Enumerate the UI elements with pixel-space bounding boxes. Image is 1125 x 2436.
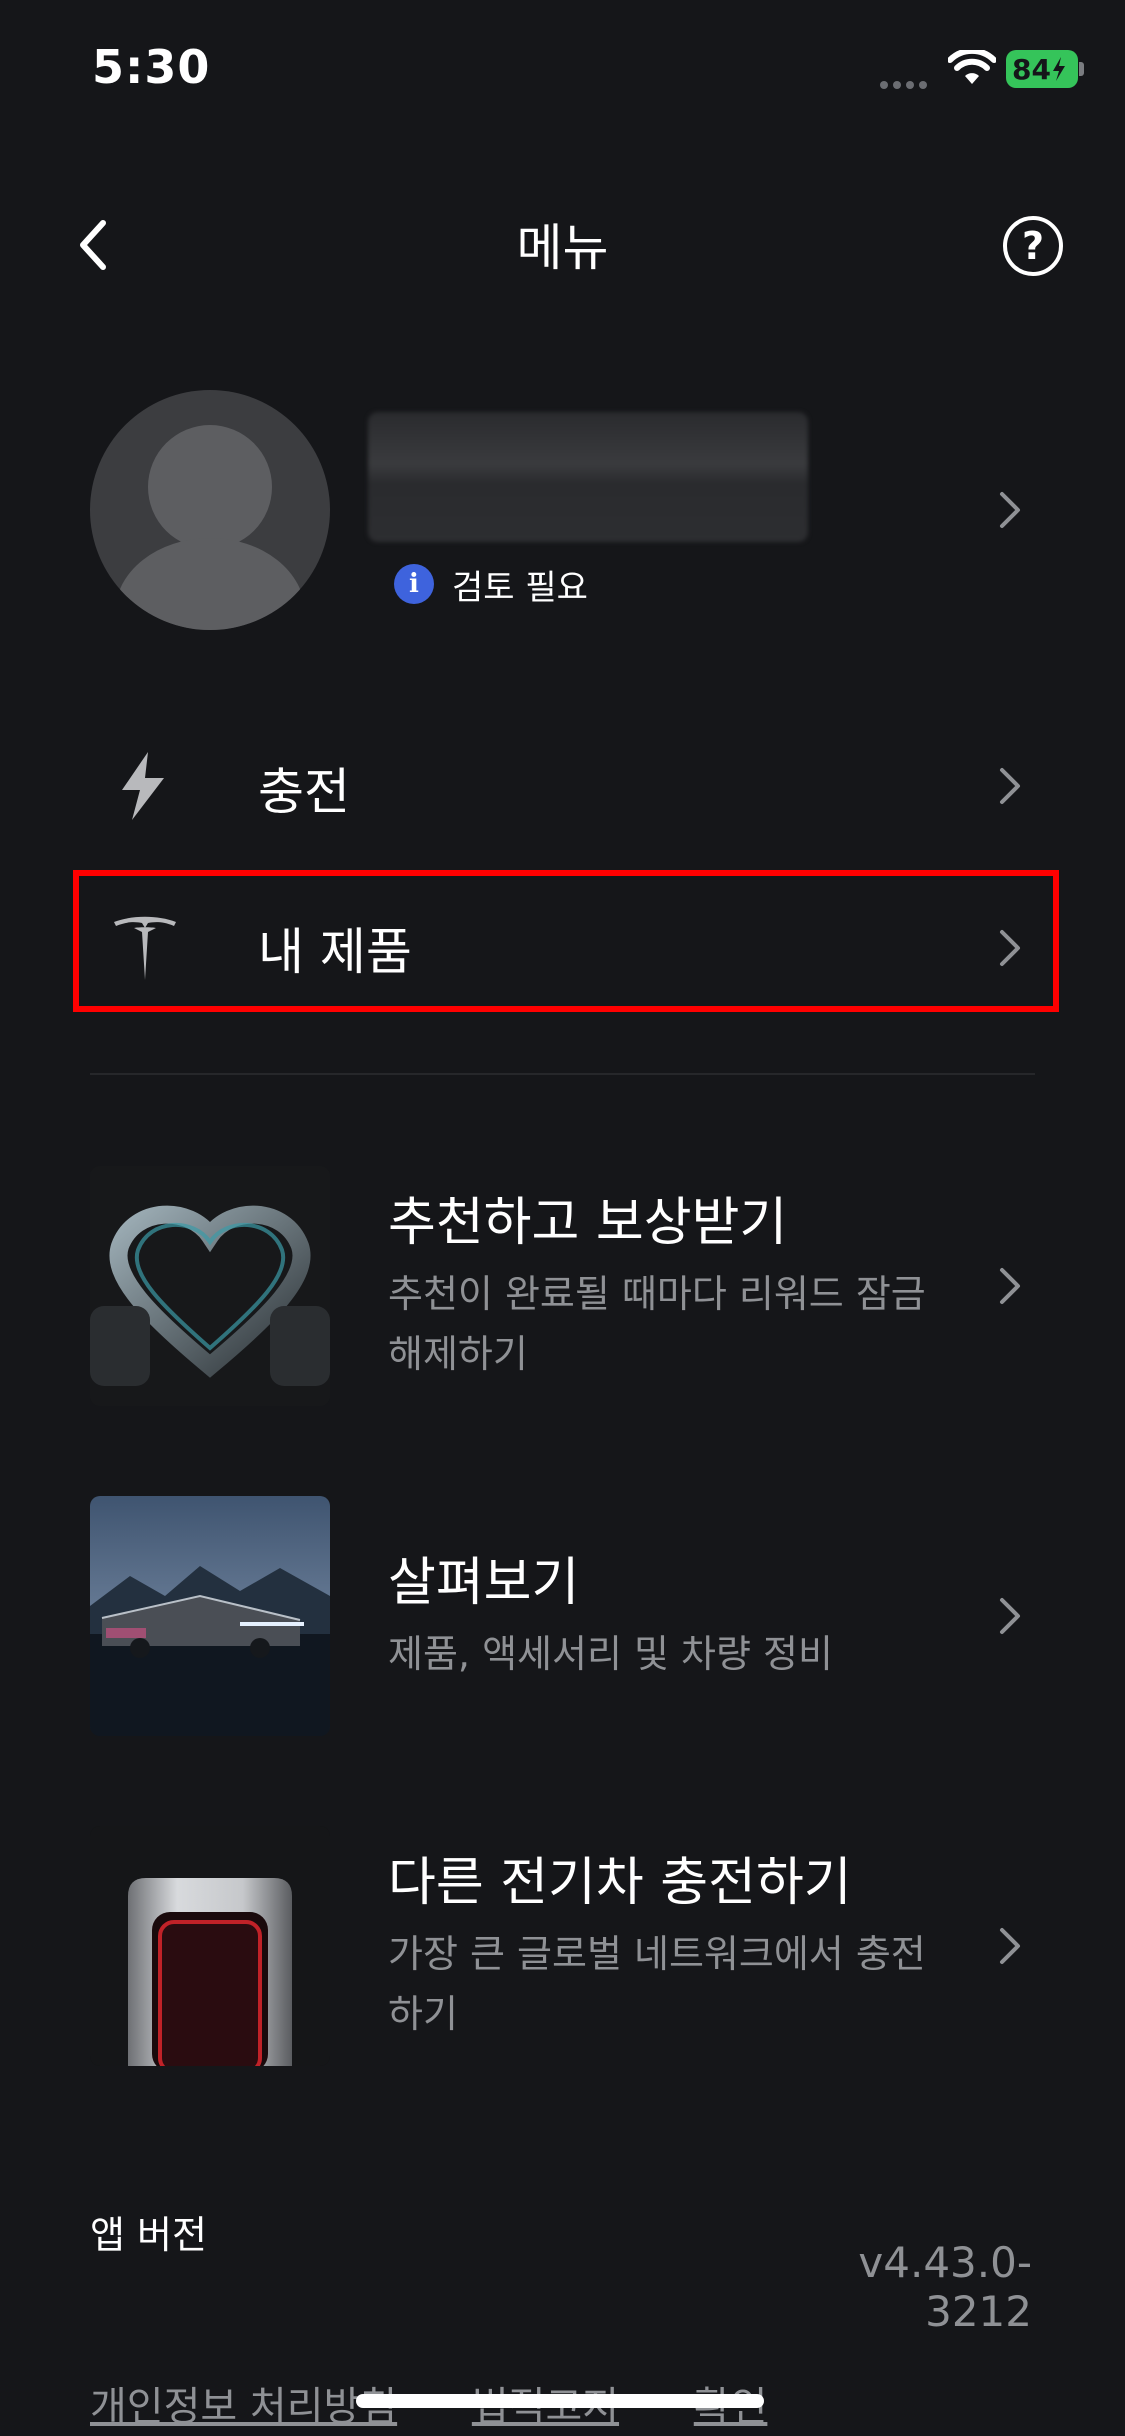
my-products-menu-item[interactable] <box>73 870 1059 1012</box>
chevron-right-icon[interactable] <box>996 764 1024 808</box>
status-time: 5:30 <box>92 40 211 94</box>
explore-subtitle: 제품, 액세서리 및 차량 정비 <box>388 1632 833 1676</box>
robot-hands-heart-image <box>90 1166 330 1406</box>
chevron-right-icon[interactable] <box>996 1594 1024 1638</box>
supercharger-thumbnail[interactable] <box>90 1826 330 2066</box>
app-version-value: v4.43.0-3212 <box>858 2238 1032 2336</box>
charge-other-ev-title[interactable]: 다른 전기차 충전하기 <box>388 1840 852 1915</box>
charging-bolt-icon <box>1052 57 1065 81</box>
explore-thumbnail[interactable] <box>90 1496 330 1736</box>
question-mark-icon: ? <box>1021 224 1045 268</box>
tesla-supercharger-image <box>90 1826 330 2066</box>
cybertruck-image <box>90 1496 330 1736</box>
avatar-head-shape <box>148 425 272 549</box>
avatar[interactable] <box>90 390 330 630</box>
chevron-right-icon[interactable] <box>996 926 1024 970</box>
review-required-label: 검토 필요 <box>452 568 588 608</box>
info-icon: i <box>394 564 434 604</box>
cellular-signal-icon <box>880 74 932 89</box>
referral-title[interactable]: 추천하고 보상받기 <box>388 1180 787 1255</box>
lightning-icon <box>122 752 164 820</box>
charging-menu-item[interactable]: 충전 <box>258 752 350 824</box>
help-button[interactable]: ? <box>1003 216 1063 276</box>
divider <box>90 1073 1035 1075</box>
battery-level: 84 <box>1012 52 1051 86</box>
my-products-label: 내 제품 <box>258 923 412 981</box>
explore-title[interactable]: 살펴보기 <box>388 1540 579 1615</box>
referral-subtitle: 추천이 완료될 때마다 리워드 잠금 해제하기 <box>388 1272 926 1376</box>
profile-name-blurred[interactable] <box>368 412 808 542</box>
chevron-right-icon[interactable] <box>996 1924 1024 1968</box>
app-version-label: 앱 버전 <box>90 2213 207 2257</box>
charge-other-ev-subtitle: 가장 큰 글로벌 네트워크에서 충전하기 <box>388 1932 926 2036</box>
home-indicator[interactable] <box>356 2394 764 2408</box>
page-title: 메뉴 <box>516 219 609 277</box>
referral-thumbnail[interactable] <box>90 1166 330 1406</box>
avatar-body-shape <box>115 538 305 630</box>
battery-icon: 84 <box>1006 50 1078 88</box>
chevron-right-icon[interactable] <box>996 488 1024 532</box>
battery-nub <box>1079 62 1084 76</box>
privacy-policy-link[interactable]: 개인정보 처리방침 <box>90 2384 397 2430</box>
tesla-logo-icon <box>114 916 176 980</box>
chevron-right-icon[interactable] <box>996 1264 1024 1308</box>
wifi-icon <box>948 50 996 84</box>
